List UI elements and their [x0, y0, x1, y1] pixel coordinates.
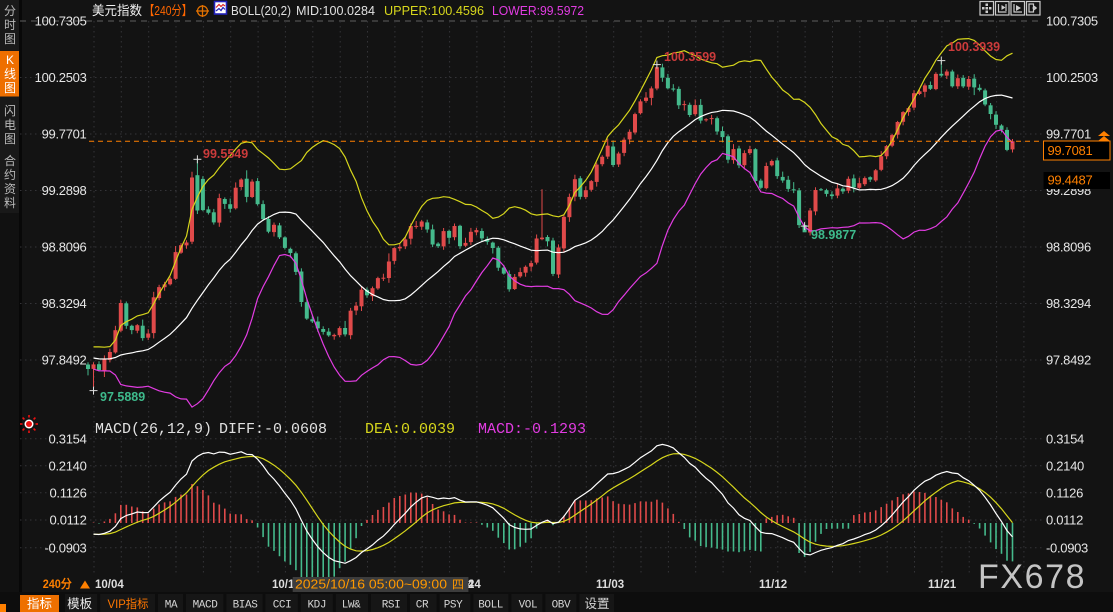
- svg-text:0.2140: 0.2140: [1046, 459, 1084, 474]
- svg-text:DIFF:-0.0608: DIFF:-0.0608: [219, 421, 327, 438]
- svg-text:PSY: PSY: [444, 600, 463, 612]
- svg-text:98.3294: 98.3294: [42, 296, 87, 311]
- svg-text:2025/10/16 05:00~09:00: 2025/10/16 05:00~09:00: [295, 578, 447, 592]
- svg-text:MA: MA: [165, 600, 178, 612]
- svg-text:电: 电: [4, 118, 16, 132]
- svg-text:100.3939: 100.3939: [948, 40, 1000, 54]
- svg-text:MID:100.0284: MID:100.0284: [296, 3, 375, 18]
- svg-text:11/12: 11/12: [759, 579, 787, 591]
- svg-text:99.7701: 99.7701: [1046, 127, 1091, 142]
- svg-text:线: 线: [4, 67, 16, 81]
- svg-text:BIAS: BIAS: [233, 600, 259, 612]
- svg-text:合: 合: [4, 153, 16, 168]
- svg-text:-0.0903: -0.0903: [45, 540, 87, 555]
- svg-text:四: 四: [452, 578, 464, 592]
- svg-text:VOL: VOL: [519, 600, 538, 612]
- svg-text:CR: CR: [416, 600, 429, 612]
- svg-text:K: K: [6, 53, 14, 67]
- svg-text:BOLL(20,2): BOLL(20,2): [231, 3, 291, 18]
- svg-text:11/21: 11/21: [928, 579, 957, 591]
- svg-text:240分: 240分: [43, 576, 72, 591]
- svg-text:闪: 闪: [4, 104, 16, 118]
- svg-text:约: 约: [4, 167, 16, 182]
- svg-text:CCI: CCI: [273, 600, 292, 612]
- svg-text:美元指数: 美元指数: [92, 3, 142, 18]
- svg-text:FX678: FX678: [978, 558, 1086, 596]
- svg-text:时: 时: [4, 18, 16, 32]
- svg-text:UPPER:100.4596: UPPER:100.4596: [384, 3, 484, 18]
- svg-text:图: 图: [4, 32, 16, 46]
- svg-text:0.3154: 0.3154: [1046, 432, 1084, 447]
- svg-text:100.7305: 100.7305: [35, 14, 87, 29]
- svg-text:97.8492: 97.8492: [1046, 353, 1091, 368]
- svg-text:DEA:0.0039: DEA:0.0039: [365, 421, 455, 438]
- svg-text:0.2140: 0.2140: [49, 459, 87, 474]
- svg-text:分: 分: [4, 4, 16, 18]
- svg-text:98.3294: 98.3294: [1046, 296, 1091, 311]
- svg-text:OBV: OBV: [552, 600, 571, 612]
- svg-text:LW&: LW&: [342, 600, 361, 612]
- svg-text:MACD: MACD: [193, 600, 219, 612]
- svg-text:99.7081: 99.7081: [1048, 143, 1093, 158]
- svg-text:0.0112: 0.0112: [1046, 513, 1083, 528]
- svg-text:图: 图: [4, 81, 16, 95]
- svg-text:图: 图: [4, 132, 16, 146]
- svg-text:VIP指标: VIP指标: [108, 596, 149, 611]
- svg-text:-0.0903: -0.0903: [1046, 540, 1088, 555]
- svg-text:【240分】: 【240分】: [144, 3, 192, 18]
- svg-text:24: 24: [468, 579, 481, 591]
- svg-text:97.5889: 97.5889: [100, 390, 145, 404]
- svg-text:模板: 模板: [67, 597, 93, 611]
- svg-text:10/04: 10/04: [95, 579, 124, 591]
- svg-text:0.3154: 0.3154: [49, 432, 87, 447]
- svg-text:设置: 设置: [584, 596, 609, 611]
- svg-text:98.9877: 98.9877: [811, 228, 856, 242]
- svg-text:99.5549: 99.5549: [203, 147, 248, 161]
- svg-text:MACD:-0.1293: MACD:-0.1293: [478, 421, 586, 438]
- svg-text:100.2503: 100.2503: [1046, 70, 1098, 85]
- svg-text:0.1126: 0.1126: [50, 486, 87, 501]
- svg-text:98.8096: 98.8096: [1046, 240, 1091, 255]
- svg-text:LOWER:99.5972: LOWER:99.5972: [492, 3, 584, 18]
- svg-text:KDJ: KDJ: [307, 600, 326, 612]
- svg-text:100.2503: 100.2503: [35, 70, 87, 85]
- svg-text:100.3599: 100.3599: [664, 50, 716, 64]
- svg-text:99.4487: 99.4487: [1048, 173, 1093, 188]
- svg-text:11/03: 11/03: [596, 579, 624, 591]
- svg-text:BOLL: BOLL: [478, 600, 503, 612]
- svg-text:指标: 指标: [27, 596, 52, 611]
- svg-text:100.7305: 100.7305: [1046, 14, 1098, 29]
- svg-text:99.2898: 99.2898: [42, 183, 87, 198]
- svg-text:0.1126: 0.1126: [1046, 486, 1083, 501]
- svg-text:0.0112: 0.0112: [50, 513, 87, 528]
- svg-text:99.7701: 99.7701: [42, 127, 87, 142]
- svg-text:98.8096: 98.8096: [42, 240, 87, 255]
- svg-text:资: 资: [4, 182, 16, 196]
- svg-text:料: 料: [4, 196, 16, 210]
- svg-text:RSI: RSI: [382, 600, 401, 612]
- svg-text:97.8492: 97.8492: [42, 353, 87, 368]
- svg-text:MACD(26,12,9): MACD(26,12,9): [95, 421, 212, 438]
